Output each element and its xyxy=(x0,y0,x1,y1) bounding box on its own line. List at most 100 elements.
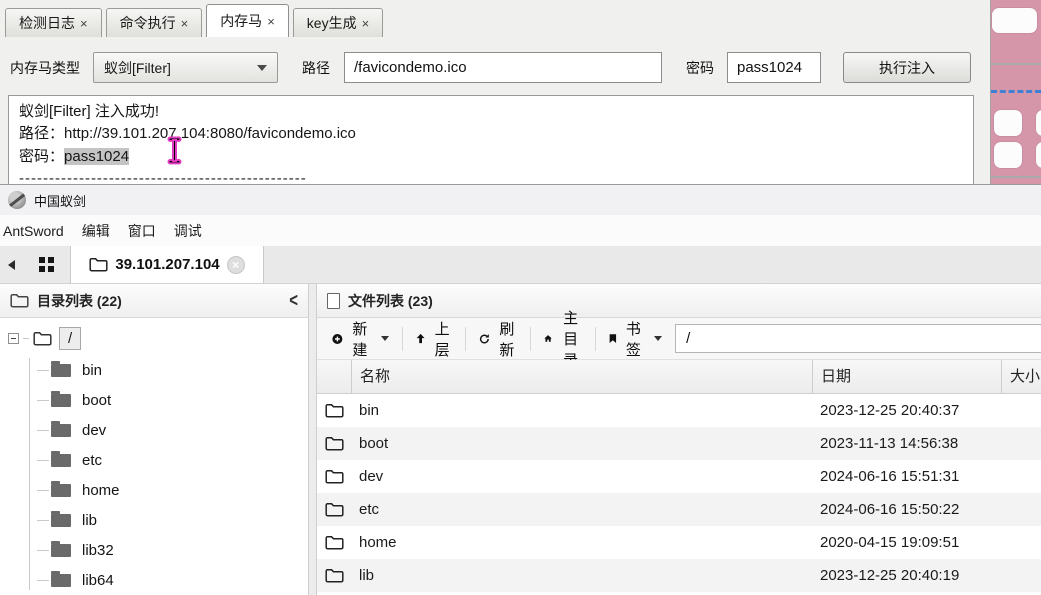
file-date: 2024-06-16 15:50:22 xyxy=(812,501,1001,518)
home-icon xyxy=(544,331,552,346)
file-row-dev[interactable]: dev 2024-06-16 15:51:31 xyxy=(317,460,1041,493)
arrow-up-icon xyxy=(416,331,425,346)
tab-memshell[interactable]: 内存马 × xyxy=(206,4,289,37)
tree-root-row[interactable]: / xyxy=(8,325,308,351)
collapse-node-icon[interactable] xyxy=(8,333,19,344)
tree-item-dev[interactable]: dev xyxy=(8,415,308,445)
triangle-left-icon xyxy=(8,260,15,270)
directory-panel-title: 目录列表 (22) xyxy=(37,291,122,311)
plus-circle-icon xyxy=(332,331,343,347)
tab-close-icon[interactable]: × xyxy=(181,16,189,31)
output-line-url: 路径：http://39.101.207.104:8080/favicondem… xyxy=(19,123,963,145)
file-name: boot xyxy=(351,435,812,452)
tree-item-label: dev xyxy=(82,422,106,439)
up-button-label: 上层 xyxy=(432,318,452,360)
collapse-panel-button[interactable]: < xyxy=(289,289,298,311)
ibeam-cursor-icon xyxy=(166,136,183,165)
chevron-down-icon xyxy=(381,336,389,341)
session-tab-host[interactable]: 39.101.207.104 × xyxy=(70,246,264,283)
scroll-tabs-left-button[interactable] xyxy=(0,246,22,283)
antsword-window: 中国蚁剑 AntSword 编辑 窗口 调试 39.101.207.104 × … xyxy=(0,184,1041,595)
tree-item-lib[interactable]: lib xyxy=(8,505,308,535)
pink-page-dashed-line xyxy=(991,90,1041,93)
tree-item-label: home xyxy=(82,482,120,499)
menu-antsword[interactable]: AntSword xyxy=(0,217,73,245)
file-date: 2023-12-25 20:40:19 xyxy=(812,567,1001,584)
memshell-tool-window: 检测日志 × 命令执行 × 内存马 × key生成 × 内存马类型 蚁剑[Fil… xyxy=(0,0,991,184)
menu-window[interactable]: 窗口 xyxy=(119,215,165,247)
tree-item-label: lib64 xyxy=(82,572,114,589)
tree-item-etc[interactable]: etc xyxy=(8,445,308,475)
background-webpage-strip xyxy=(991,0,1041,184)
tree-item-home[interactable]: home xyxy=(8,475,308,505)
inject-button[interactable]: 执行注入 xyxy=(843,52,971,83)
file-date: 2023-12-25 20:40:37 xyxy=(812,402,1001,419)
refresh-button-label: 刷新 xyxy=(497,318,517,360)
tab-detect-log[interactable]: 检测日志 × xyxy=(5,8,102,37)
password-input[interactable] xyxy=(727,52,821,83)
file-name: dev xyxy=(351,468,812,485)
file-row-bin[interactable]: bin 2023-12-25 20:40:37 xyxy=(317,394,1041,427)
file-date: 2024-06-16 15:51:31 xyxy=(812,468,1001,485)
folder-icon xyxy=(51,514,71,527)
tab-close-icon[interactable]: × xyxy=(267,14,275,29)
tree-item-label: bin xyxy=(82,362,102,379)
path-input[interactable] xyxy=(344,52,662,83)
file-panel: 文件列表 (23) 新建 上层 xyxy=(317,284,1041,595)
up-level-button[interactable]: 上层 xyxy=(416,318,452,360)
tab-close-icon[interactable]: × xyxy=(80,16,88,31)
new-button-label: 新建 xyxy=(350,318,370,360)
folder-icon xyxy=(51,394,71,407)
tree-root-label[interactable]: / xyxy=(59,327,81,350)
dashboard-tab[interactable] xyxy=(22,246,70,283)
file-name: bin xyxy=(351,402,812,419)
shell-type-select[interactable]: 蚁剑[Filter] xyxy=(93,52,278,83)
refresh-button[interactable]: 刷新 xyxy=(479,318,517,360)
file-row-lib[interactable]: lib 2023-12-25 20:40:19 xyxy=(317,559,1041,592)
column-name-header[interactable]: 名称 xyxy=(351,360,812,394)
file-row-home[interactable]: home 2020-04-15 19:09:51 xyxy=(317,526,1041,559)
menu-debug[interactable]: 调试 xyxy=(165,215,211,247)
folder-icon xyxy=(51,424,71,437)
folder-icon xyxy=(51,574,71,587)
chevron-down-icon xyxy=(257,65,267,71)
directory-panel: 目录列表 (22) < / bin boot xyxy=(0,284,308,595)
file-table-body: bin 2023-12-25 20:40:37 boot 2023-11-13 … xyxy=(317,394,1041,595)
tab-close-icon[interactable]: × xyxy=(362,16,370,31)
toolbar-divider xyxy=(402,327,403,351)
pink-page-divider xyxy=(991,176,1041,178)
close-session-icon[interactable]: × xyxy=(227,256,245,274)
pink-page-card xyxy=(994,142,1022,168)
tree-item-bin[interactable]: bin xyxy=(8,355,308,385)
tree-item-boot[interactable]: boot xyxy=(8,385,308,415)
folder-icon xyxy=(325,436,344,451)
file-row-etc[interactable]: etc 2024-06-16 15:50:22 xyxy=(317,493,1041,526)
antsword-menubar: AntSword 编辑 窗口 调试 xyxy=(0,215,1041,246)
file-name: etc xyxy=(351,501,812,518)
menu-edit[interactable]: 编辑 xyxy=(73,215,119,247)
folder-icon xyxy=(325,568,344,583)
output-divider: ----------------------------------------… xyxy=(19,168,963,184)
tree-item-label: etc xyxy=(82,452,102,469)
open-folder-icon xyxy=(33,331,52,346)
bookmark-button[interactable]: 书签 xyxy=(609,318,662,360)
file-name: home xyxy=(351,534,812,551)
folder-icon xyxy=(325,469,344,484)
output-password-label: 密码： xyxy=(19,148,64,165)
file-row-boot[interactable]: boot 2023-11-13 14:56:38 xyxy=(317,427,1041,460)
injection-output[interactable]: 蚁剑[Filter] 注入成功! 路径：http://39.101.207.10… xyxy=(8,95,974,184)
column-size-header[interactable]: 大小 xyxy=(1001,360,1041,394)
folder-icon xyxy=(51,544,71,557)
file-panel-header: 文件列表 (23) xyxy=(317,284,1041,318)
panel-splitter[interactable] xyxy=(308,284,317,595)
tree-item-lib64[interactable]: lib64 xyxy=(8,565,308,595)
antsword-logo-icon xyxy=(8,191,26,209)
tree-item-lib32[interactable]: lib32 xyxy=(8,535,308,565)
window-title: 中国蚁剑 xyxy=(34,191,86,210)
new-button[interactable]: 新建 xyxy=(332,318,389,360)
toolbar-divider xyxy=(530,327,531,351)
column-date-header[interactable]: 日期 xyxy=(812,360,1001,394)
tab-command-exec[interactable]: 命令执行 × xyxy=(106,8,203,37)
current-path-input[interactable] xyxy=(675,324,1041,353)
tab-key-gen[interactable]: key生成 × xyxy=(293,8,383,37)
